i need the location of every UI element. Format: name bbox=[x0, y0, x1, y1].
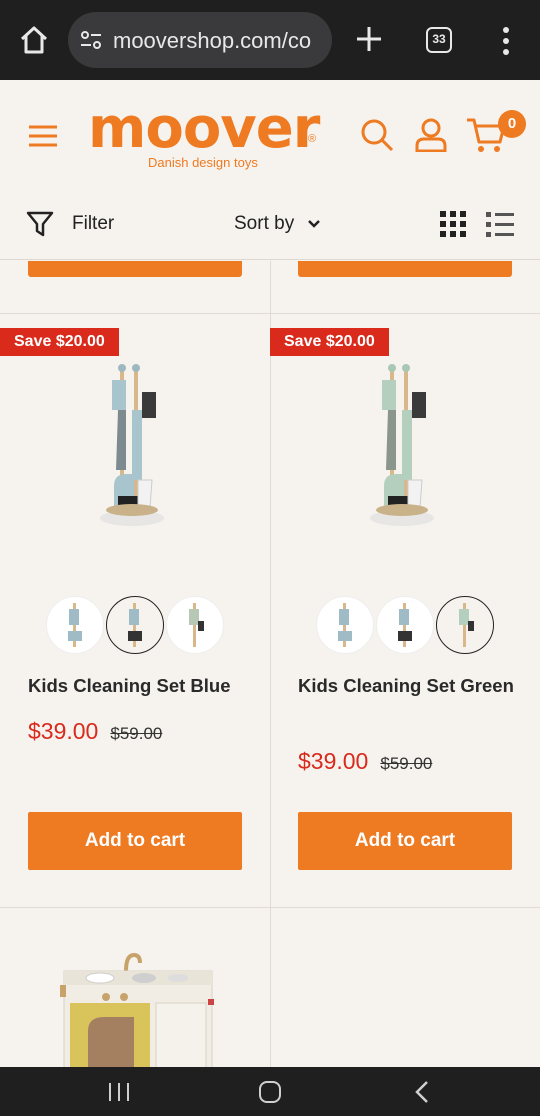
product-title[interactable]: Kids Cleaning Set Blue bbox=[28, 671, 258, 701]
grid-view-icon[interactable] bbox=[440, 211, 466, 237]
account-icon[interactable] bbox=[414, 118, 448, 152]
row-divider bbox=[0, 907, 540, 908]
list-view-icon[interactable] bbox=[486, 211, 514, 237]
product-image[interactable] bbox=[342, 350, 472, 540]
sale-price: $39.00 bbox=[28, 718, 99, 744]
chevron-down-icon[interactable] bbox=[306, 218, 322, 230]
product-card[interactable]: Save $20.00 Kids bbox=[0, 314, 270, 906]
compare-price: $59.00 bbox=[110, 724, 163, 743]
price-row: $39.00 $59.00 bbox=[298, 748, 432, 778]
product-grid: Save $20.00 Kids Cleaning Set Blue $39.0… bbox=[0, 261, 540, 1067]
back-icon[interactable] bbox=[412, 1080, 432, 1104]
system-nav-bar bbox=[0, 1067, 540, 1116]
collection-toolbar: Filter Sort by bbox=[0, 188, 540, 260]
recent-apps-icon[interactable] bbox=[106, 1081, 132, 1103]
swatch-blue-variant-2-selected[interactable] bbox=[106, 596, 164, 654]
swatch-green-variant-1[interactable] bbox=[316, 596, 374, 654]
logo-tagline: Danish design toys bbox=[148, 155, 258, 170]
swatch-blue-variant-1[interactable] bbox=[46, 596, 104, 654]
site-settings-icon[interactable] bbox=[80, 30, 102, 50]
home-icon[interactable] bbox=[18, 24, 50, 56]
sort-by-button[interactable]: Sort by bbox=[234, 213, 294, 235]
swatch-green-variant-3-selected[interactable] bbox=[436, 596, 494, 654]
add-to-cart-button-partial[interactable] bbox=[28, 261, 242, 277]
swatch-green-variant-2[interactable] bbox=[376, 596, 434, 654]
url-text[interactable]: moovershop.com/co bbox=[113, 28, 325, 54]
address-bar[interactable]: moovershop.com/co bbox=[68, 12, 332, 68]
add-to-cart-button-partial[interactable] bbox=[298, 261, 512, 277]
product-card[interactable]: Save $20.00 Kids bbox=[270, 314, 540, 906]
add-to-cart-button[interactable]: Add to cart bbox=[28, 812, 242, 870]
search-icon[interactable] bbox=[360, 118, 394, 152]
product-image[interactable] bbox=[72, 350, 202, 540]
add-to-cart-button[interactable]: Add to cart bbox=[298, 812, 512, 870]
logo-wordmark: moover bbox=[88, 96, 320, 161]
registered-mark: ® bbox=[308, 133, 317, 145]
home-nav-icon[interactable] bbox=[258, 1080, 282, 1104]
filter-button[interactable]: Filter bbox=[72, 213, 114, 235]
product-image-partial[interactable] bbox=[60, 951, 220, 1067]
cart-count-badge[interactable]: 0 bbox=[498, 110, 526, 138]
logo[interactable]: moover ® Danish design toys bbox=[88, 101, 322, 173]
site-header: moover ® Danish design toys bbox=[0, 80, 540, 188]
tab-switcher-button[interactable]: 33 bbox=[426, 27, 452, 53]
product-title[interactable]: Kids Cleaning Set Green bbox=[298, 671, 528, 701]
sale-price: $39.00 bbox=[298, 748, 369, 774]
compare-price: $59.00 bbox=[380, 754, 433, 773]
filter-icon[interactable] bbox=[26, 210, 54, 238]
price-row: $39.00 $59.00 bbox=[28, 718, 162, 748]
menu-icon[interactable] bbox=[28, 124, 58, 148]
browser-toolbar: moovershop.com/co 33 bbox=[0, 0, 540, 80]
new-tab-icon[interactable] bbox=[354, 24, 384, 54]
more-options-icon[interactable] bbox=[498, 26, 514, 56]
swatch-blue-variant-3[interactable] bbox=[166, 596, 224, 654]
